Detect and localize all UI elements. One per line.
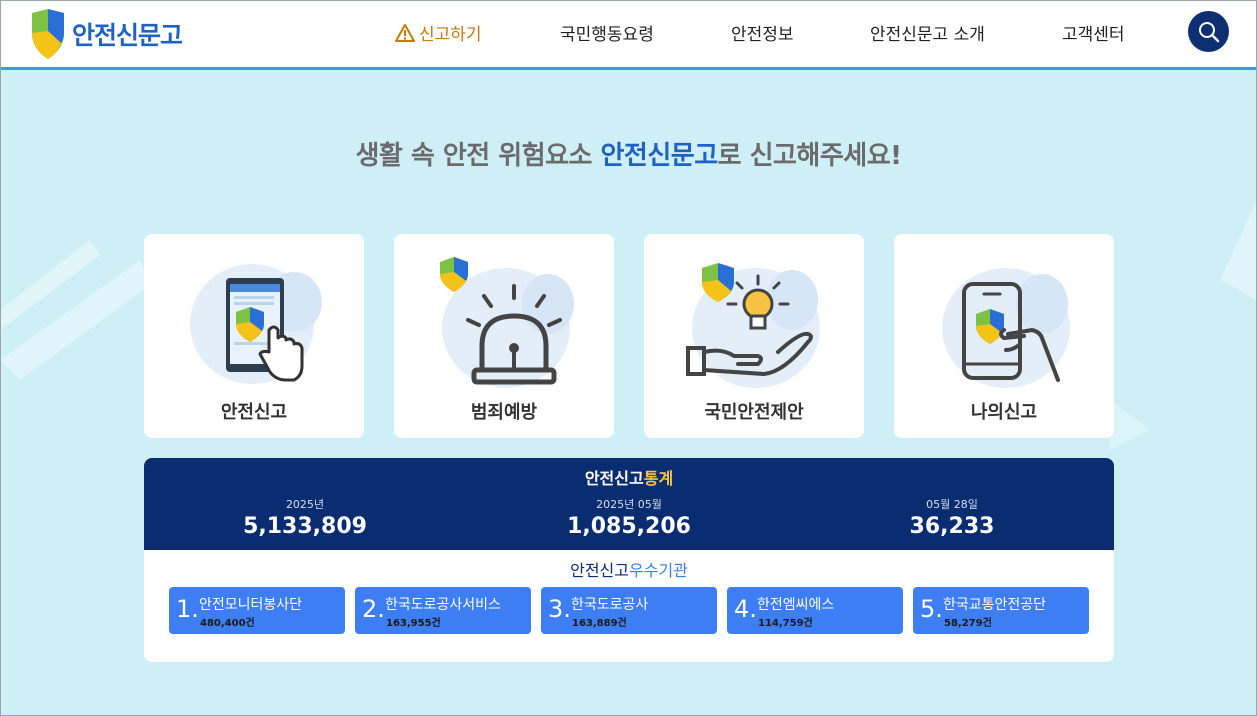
stat-label: 2025년 05월 xyxy=(596,498,662,511)
org-rank-item[interactable]: 2. 한국도로공사서비스 163,955건 xyxy=(355,587,531,634)
org-rank-number: 4. xyxy=(734,595,757,623)
org-rank-number: 5. xyxy=(920,595,943,623)
card-crime-prevention[interactable]: 범죄예방 xyxy=(394,234,614,438)
org-rank-item[interactable]: 3. 한국도로공사 163,889건 xyxy=(541,587,717,634)
stat-label: 2025년 xyxy=(285,498,325,511)
stats-title: 안전신고통계 xyxy=(144,465,1114,489)
org-rank-number: 2. xyxy=(362,595,385,623)
stat-label: 05월 28일 xyxy=(926,498,978,511)
stat-month: 2025년 05월 1,085,206 xyxy=(509,496,749,539)
warning-icon xyxy=(395,23,415,42)
org-rank-item[interactable]: 4. 한전엠씨에스 114,759건 xyxy=(727,587,903,634)
stat-value: 5,133,809 xyxy=(243,514,367,539)
org-count: 480,400건 xyxy=(200,618,255,629)
nav-report[interactable]: 신고하기 xyxy=(395,20,482,45)
phone-touch-icon xyxy=(190,264,322,384)
headline-text-before: 생활 속 안전 위험요소 xyxy=(355,141,601,171)
headline-highlight: 안전신문고 xyxy=(600,141,719,171)
org-ranking-title: 안전신고우수기관 xyxy=(144,557,1114,581)
card-safety-report[interactable]: 안전신고 xyxy=(144,234,364,438)
stats-panel: 안전신고통계 2025년 5,133,809 2025년 05월 1,085,2… xyxy=(144,458,1114,662)
org-title-accent: 우수기관 xyxy=(629,561,688,580)
card-label: 나의신고 xyxy=(970,402,1038,423)
stat-value: 36,233 xyxy=(909,514,995,539)
card-label: 국민안전제안 xyxy=(704,402,804,423)
org-rank-number: 3. xyxy=(548,595,571,623)
org-name: 한전엠씨에스 xyxy=(757,597,835,613)
nav-civil-guide[interactable]: 국민행동요령 xyxy=(560,20,654,45)
org-count: 163,889건 xyxy=(572,618,627,629)
page-headline: 생활 속 안전 위험요소 안전신문고로 신고해주세요! xyxy=(0,135,1257,172)
main-nav: 신고하기 국민행동요령 안전정보 안전신문고 소개 고객센터 xyxy=(0,0,1257,67)
stats-header: 안전신고통계 2025년 5,133,809 2025년 05월 1,085,2… xyxy=(144,458,1114,550)
org-rank-number: 1. xyxy=(176,595,199,623)
nav-safety-info[interactable]: 안전정보 xyxy=(731,20,794,45)
org-rank-item[interactable]: 5. 한국교통안전공단 58,279건 xyxy=(913,587,1089,634)
org-name: 한국도로공사서비스 xyxy=(385,597,501,613)
nav-report-label: 신고하기 xyxy=(419,25,482,45)
stat-year: 2025년 5,133,809 xyxy=(185,496,425,539)
org-name: 안전모니터봉사단 xyxy=(199,597,303,613)
nav-about[interactable]: 안전신문고 소개 xyxy=(870,20,985,45)
org-title-main: 안전신고 xyxy=(570,561,629,580)
siren-icon xyxy=(440,257,574,388)
lightbulb-hand-icon xyxy=(686,263,820,388)
stat-day: 05월 28일 36,233 xyxy=(832,496,1072,539)
stats-title-main: 안전신고 xyxy=(584,469,644,488)
headline-text-after: 로 신고해주세요! xyxy=(717,141,902,171)
card-label: 안전신고 xyxy=(220,402,288,423)
org-count: 114,759건 xyxy=(758,618,813,629)
org-count: 58,279건 xyxy=(944,618,992,629)
nav-customer-center[interactable]: 고객센터 xyxy=(1062,20,1125,45)
search-icon xyxy=(1198,21,1219,42)
card-label: 범죄예방 xyxy=(470,402,538,423)
org-name: 한국도로공사 xyxy=(571,597,649,613)
search-button[interactable] xyxy=(1188,11,1229,52)
stat-value: 1,085,206 xyxy=(567,514,691,539)
phone-hand-icon xyxy=(942,268,1070,388)
card-safety-proposal[interactable]: 국민안전제안 xyxy=(644,234,864,438)
org-rank-item[interactable]: 1. 안전모니터봉사단 480,400건 xyxy=(169,587,345,634)
org-count: 163,955건 xyxy=(386,618,441,629)
card-my-reports[interactable]: 나의신고 xyxy=(894,234,1114,438)
org-name: 한국교통안전공단 xyxy=(943,597,1047,613)
stats-title-accent: 통계 xyxy=(643,469,674,488)
site-header: 안전신문고 신고하기 국민행동요령 안전정보 안전신문고 소개 고객센터 xyxy=(0,0,1257,70)
